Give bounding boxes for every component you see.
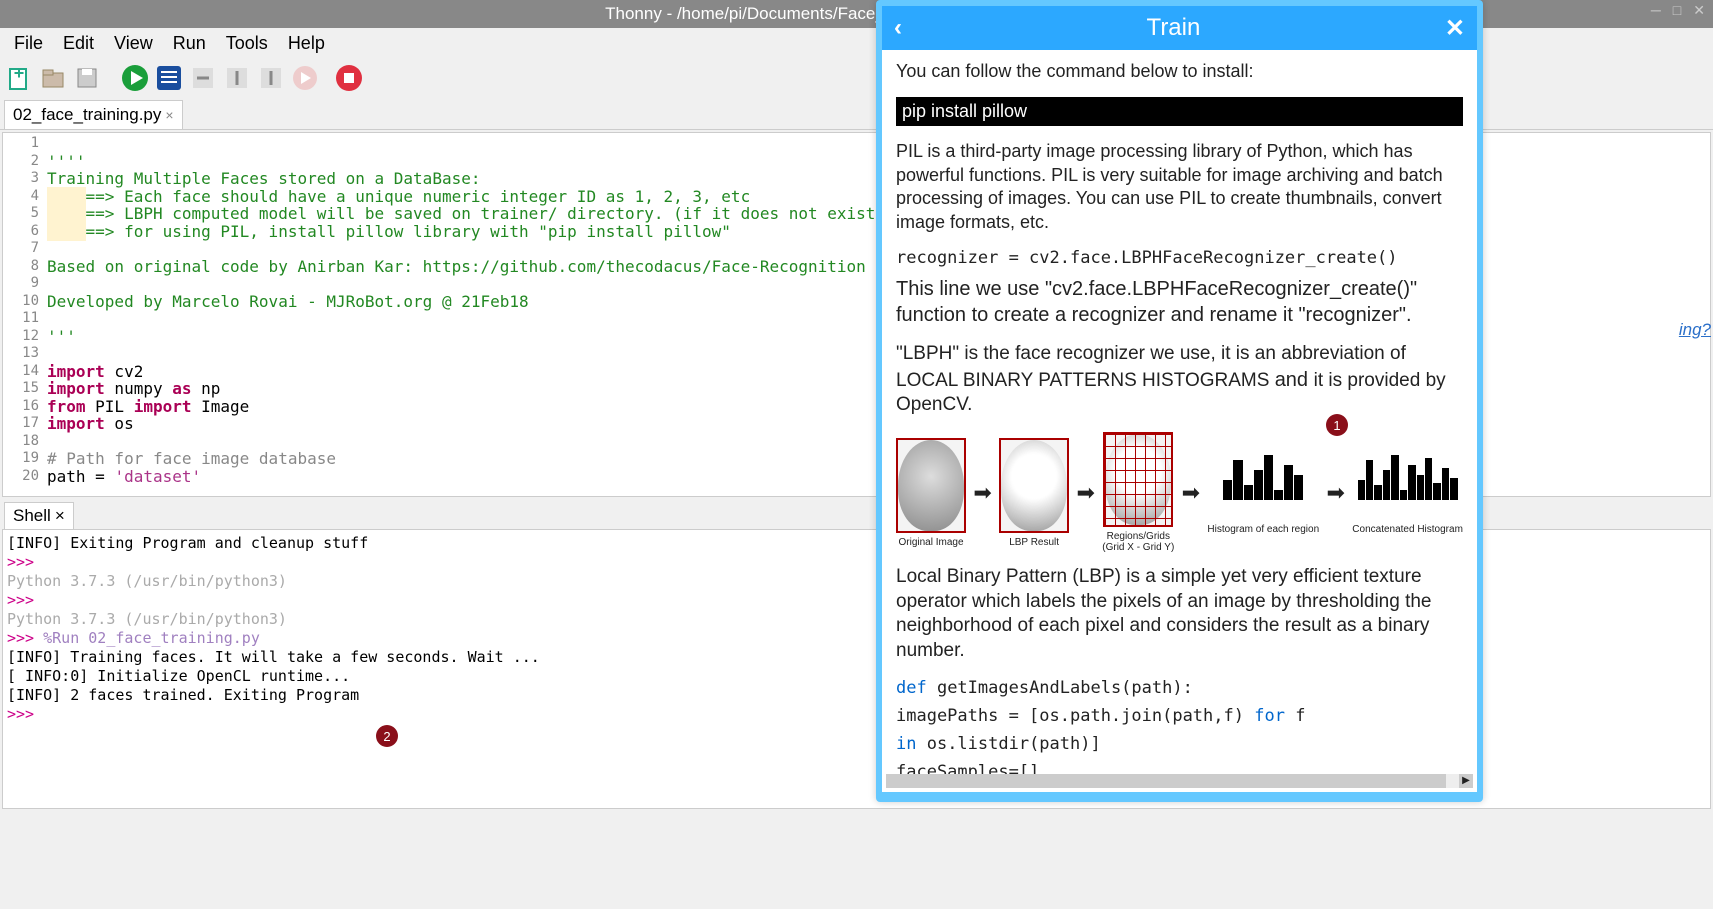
arrow-icon: ➡: [1076, 480, 1094, 506]
help-title: Train: [1147, 14, 1201, 42]
help-intro: You can follow the command below to inst…: [896, 60, 1463, 83]
lbp-diagram: Original Image ➡ LBP Result ➡ Regions/Gr…: [896, 432, 1463, 553]
help-code-fn: def getImagesAndLabels(path):: [896, 678, 1463, 698]
close-icon[interactable]: ✕: [1445, 14, 1465, 43]
menu-file[interactable]: File: [4, 29, 53, 58]
side-cut-link[interactable]: ing?: [1679, 320, 1711, 340]
menu-view[interactable]: View: [104, 29, 163, 58]
resume-icon[interactable]: [290, 63, 320, 93]
step-into-icon[interactable]: [222, 63, 252, 93]
annotation-badge-2: 2: [376, 725, 398, 747]
arrow-icon: ➡: [1327, 480, 1345, 506]
help-body[interactable]: You can follow the command below to inst…: [882, 50, 1477, 792]
stop-icon[interactable]: [334, 63, 364, 93]
menu-tools[interactable]: Tools: [216, 29, 278, 58]
minimize-icon[interactable]: ─: [1647, 2, 1665, 19]
help-pil-desc: PIL is a third-party image processing li…: [896, 140, 1463, 234]
line-gutter: 1234567891011121314151617181920: [3, 133, 43, 496]
help-lbp-desc: Local Binary Pattern (LBP) is a simple y…: [896, 565, 1463, 664]
help-h-scrollbar[interactable]: ▶: [886, 774, 1473, 788]
help-panel: ‹ Train ✕ You can follow the command bel…: [876, 0, 1483, 802]
tab-label: 02_face_training.py: [13, 105, 161, 125]
debug-icon[interactable]: [154, 63, 184, 93]
menu-run[interactable]: Run: [163, 29, 216, 58]
tab-file[interactable]: 02_face_training.py ×: [4, 100, 183, 129]
help-h-scroll-thumb[interactable]: [886, 774, 1446, 788]
tab-shell[interactable]: Shell ×: [4, 502, 74, 529]
help-line-desc: This line we use "cv2.face.LBPHFaceRecog…: [896, 276, 1463, 328]
scroll-right-icon[interactable]: ▶: [1459, 774, 1473, 788]
open-file-icon[interactable]: [38, 63, 68, 93]
new-file-icon[interactable]: +: [4, 63, 34, 93]
help-code-recognizer: recognizer = cv2.face.LBPHFaceRecognizer…: [896, 248, 1463, 268]
save-icon[interactable]: [72, 63, 102, 93]
arrow-icon: ➡: [1182, 480, 1200, 506]
maximize-icon[interactable]: □: [1669, 2, 1685, 19]
tab-close-icon[interactable]: ×: [165, 107, 173, 123]
menu-edit[interactable]: Edit: [53, 29, 104, 58]
back-icon[interactable]: ‹: [894, 14, 902, 42]
annotation-badge-1: 1: [1326, 414, 1348, 436]
menu-help[interactable]: Help: [278, 29, 335, 58]
arrow-icon: ➡: [973, 480, 991, 506]
step-over-icon[interactable]: [188, 63, 218, 93]
run-icon[interactable]: [120, 63, 150, 93]
step-out-icon[interactable]: [256, 63, 286, 93]
shell-close-icon[interactable]: ×: [55, 506, 65, 526]
help-command: pip install pillow: [896, 97, 1463, 126]
help-lbph-desc: "LBPH" is the face recognizer we use, it…: [896, 342, 1463, 418]
close-icon[interactable]: ✕: [1689, 2, 1709, 19]
svg-text:+: +: [14, 65, 25, 83]
help-header: ‹ Train ✕: [882, 6, 1477, 50]
